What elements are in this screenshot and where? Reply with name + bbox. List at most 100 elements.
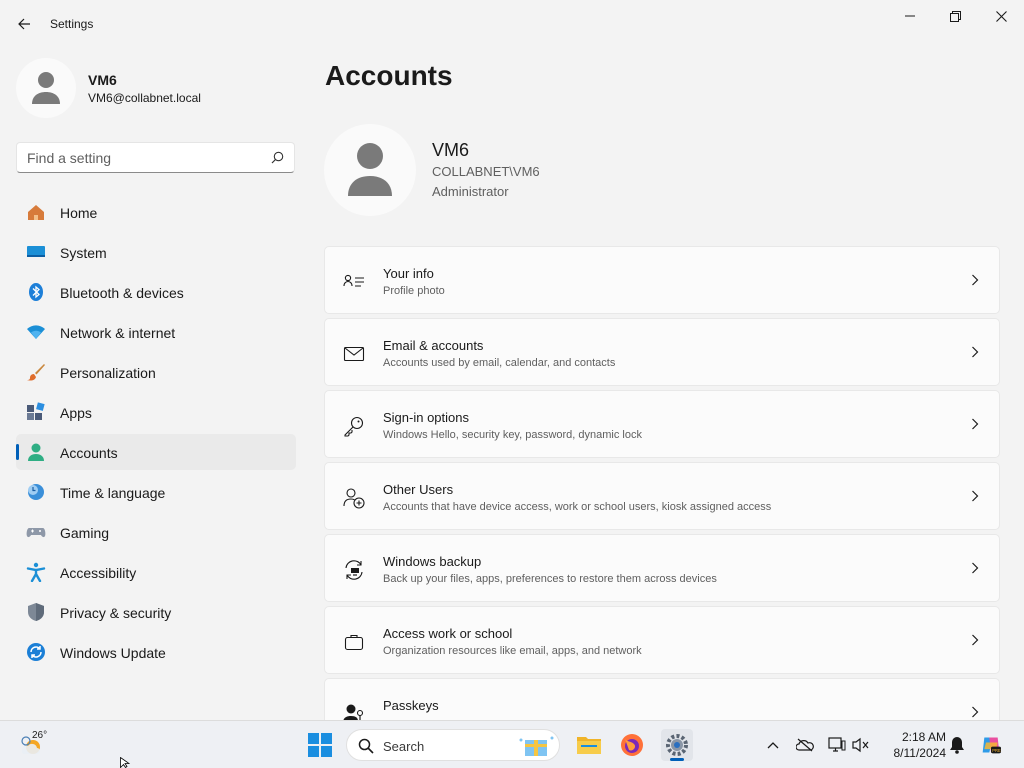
copilot-button[interactable]: PRE (981, 735, 1001, 755)
card-title: Access work or school (383, 626, 513, 641)
sidebar-item-network[interactable]: Network & internet (16, 314, 296, 350)
sidebar-item-label: Bluetooth & devices (60, 285, 184, 301)
show-hidden-icons-button[interactable] (763, 735, 783, 755)
card-sign-in-options[interactable]: Sign-in options Windows Hello, security … (324, 390, 1000, 458)
user-avatar-icon (348, 143, 392, 196)
user-avatar-icon (32, 72, 60, 104)
profile-role: Administrator (432, 184, 509, 199)
sidebar-item-label: Gaming (60, 525, 110, 541)
home-icon (28, 205, 44, 220)
windows-logo-icon (308, 733, 332, 757)
user-name: VM6 (88, 72, 117, 88)
search-input[interactable] (27, 149, 267, 167)
cloud-offline-icon (796, 738, 814, 752)
tray-network[interactable] (827, 735, 847, 755)
clock-date: 8/11/2024 (893, 746, 947, 760)
taskbar-clock[interactable]: 2:18 AM 8/11/2024 (880, 729, 947, 761)
sidebar-item-personalization[interactable]: Personalization (16, 354, 296, 390)
sidebar-item-label: Accounts (60, 445, 118, 461)
sidebar-item-bluetooth[interactable]: Bluetooth & devices (16, 274, 296, 310)
network-display-icon (828, 737, 846, 752)
profile-name: VM6 (432, 140, 470, 160)
file-explorer-icon (577, 737, 601, 754)
sidebar-item-gaming[interactable]: Gaming (16, 514, 296, 550)
card-title: Passkeys (383, 698, 439, 713)
sidebar-item-home[interactable]: Home (16, 194, 296, 230)
card-windows-backup[interactable]: Windows backup Back up your files, apps,… (324, 534, 1000, 602)
sidebar-item-windows-update[interactable]: Windows Update (16, 634, 296, 670)
apps-icon (27, 402, 45, 420)
card-description: Profile photo (383, 285, 445, 297)
sidebar-item-apps[interactable]: Apps (16, 394, 296, 430)
taskbar: 26° Search 2:18 AM 8/11/2024 PRE (0, 720, 1024, 768)
profile-avatar[interactable] (324, 124, 416, 216)
settings-cards: Your info Profile photo Email & accounts… (324, 246, 1000, 720)
sidebar-item-label: Home (60, 205, 98, 221)
chevron-up-icon (767, 742, 779, 749)
close-icon (995, 10, 1007, 22)
notifications-button[interactable] (947, 735, 967, 755)
sidebar-item-time-language[interactable]: Time & language (16, 474, 296, 510)
card-email-accounts[interactable]: Email & accounts Accounts used by email,… (324, 318, 1000, 386)
title-bar: Settings (0, 0, 1024, 48)
sidebar-item-accessibility[interactable]: Accessibility (16, 554, 296, 590)
key-icon (344, 416, 364, 437)
bluetooth-icon (29, 283, 43, 301)
back-arrow-icon (18, 18, 30, 30)
windows-update-icon (27, 643, 45, 661)
sidebar-item-label: Time & language (60, 485, 166, 501)
chevron-right-icon (972, 490, 979, 502)
chevron-right-icon (972, 562, 979, 574)
close-button[interactable] (978, 0, 1024, 32)
taskbar-file-explorer[interactable] (573, 729, 605, 761)
chevron-right-icon (972, 274, 979, 286)
tray-onedrive[interactable] (795, 735, 815, 755)
start-button[interactable] (308, 733, 332, 762)
mouse-cursor-icon (120, 757, 130, 768)
backup-icon (345, 560, 363, 580)
card-passkeys[interactable]: Passkeys (324, 678, 1000, 720)
sidebar-item-label: Windows Update (60, 645, 166, 661)
sidebar-item-system[interactable]: System (16, 234, 296, 270)
taskbar-search[interactable]: Search (346, 729, 560, 761)
card-description: Accounts used by email, calendar, and co… (383, 357, 616, 369)
taskbar-firefox[interactable] (616, 729, 648, 761)
card-description: Accounts that have device access, work o… (383, 501, 772, 513)
search-box[interactable] (16, 142, 295, 173)
restore-icon (949, 10, 961, 22)
email-icon (343, 346, 365, 362)
maximize-button[interactable] (932, 0, 978, 32)
sidebar-item-label: System (60, 245, 107, 261)
card-your-info[interactable]: Your info Profile photo (324, 246, 1000, 314)
sidebar-item-label: Apps (60, 405, 92, 421)
chevron-right-icon (972, 706, 979, 718)
svg-text:PRE: PRE (992, 748, 1001, 753)
sidebar-item-accounts[interactable]: Accounts (16, 434, 296, 470)
search-highlight-icon (519, 736, 554, 756)
weather-temperature: 26° (32, 730, 48, 741)
your-info-icon (343, 274, 364, 287)
sidebar-nav: Home System Bluetooth & devices Network … (16, 194, 296, 674)
minimize-icon (905, 15, 915, 17)
settings-icon (666, 734, 688, 756)
back-button[interactable] (10, 10, 38, 38)
taskbar-settings[interactable] (661, 729, 693, 761)
card-title: Email & accounts (383, 338, 484, 353)
user-block[interactable]: VM6 VM6@collabnet.local (16, 58, 296, 118)
card-description: Windows Hello, security key, password, d… (383, 429, 642, 441)
network-icon (27, 325, 45, 339)
sidebar-item-privacy-security[interactable]: Privacy & security (16, 594, 296, 630)
passkeys-icon (343, 704, 364, 720)
tray-volume[interactable] (851, 735, 871, 755)
card-access-work-school[interactable]: Access work or school Organization resou… (324, 606, 1000, 674)
chevron-right-icon (972, 634, 979, 646)
copilot-icon: PRE (982, 737, 1001, 754)
card-title: Sign-in options (383, 410, 469, 425)
card-other-users[interactable]: Other Users Accounts that have device ac… (324, 462, 1000, 530)
search-icon (358, 738, 374, 754)
sidebar-item-label: Personalization (60, 365, 156, 381)
speaker-muted-icon (852, 737, 869, 753)
card-description: Back up your files, apps, preferences to… (383, 573, 717, 585)
firefox-icon (621, 734, 643, 756)
minimize-button[interactable] (887, 0, 933, 32)
